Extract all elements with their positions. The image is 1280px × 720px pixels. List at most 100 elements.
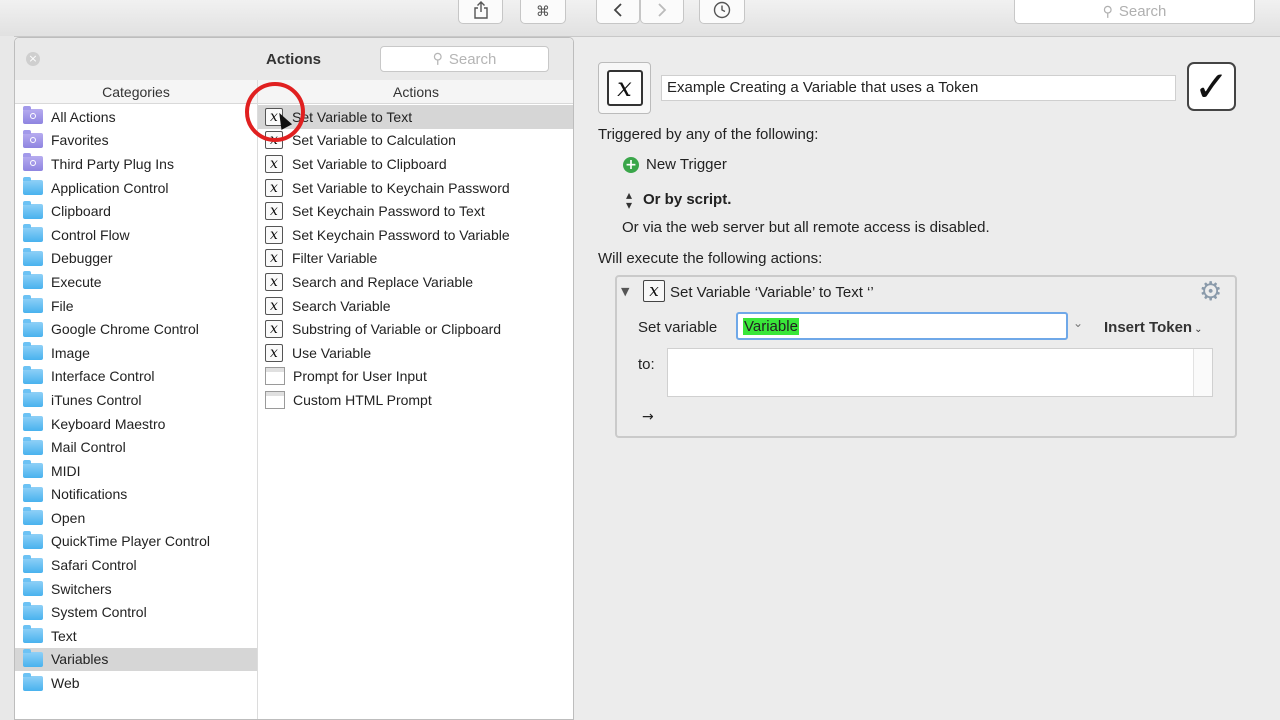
action-label: Set Keychain Password to Text xyxy=(292,203,485,220)
action-item[interactable]: 𝑥 Set Variable to Calculation xyxy=(258,129,573,153)
folder-icon xyxy=(23,318,43,337)
checkmark-icon[interactable]: ✓ xyxy=(1187,62,1236,111)
variable-icon: 𝑥 xyxy=(265,131,283,150)
category-item[interactable]: Clipboard xyxy=(15,199,257,223)
folder-icon xyxy=(23,342,43,361)
category-item[interactable]: Image xyxy=(15,341,257,365)
variable-name-selection: Variable xyxy=(743,317,799,335)
macro-icon-well[interactable]: 𝑥 xyxy=(598,62,651,114)
action-item[interactable]: 𝑥 Use Variable xyxy=(258,341,573,365)
folder-icon xyxy=(23,625,43,644)
category-item[interactable]: Variables xyxy=(15,647,257,672)
category-item[interactable]: Notifications xyxy=(15,483,257,507)
category-label: Execute xyxy=(51,273,102,290)
category-item[interactable]: Application Control xyxy=(15,176,257,200)
folder-icon xyxy=(23,271,43,290)
category-label: Clipboard xyxy=(51,203,111,220)
variable-name-field[interactable]: Variable xyxy=(736,312,1068,340)
folder-icon xyxy=(23,200,43,219)
back-button[interactable] xyxy=(596,0,640,24)
by-script-label[interactable]: Or by script. xyxy=(643,191,731,208)
category-item[interactable]: Mail Control xyxy=(15,435,257,459)
window-icon xyxy=(265,367,285,386)
category-item[interactable]: Switchers xyxy=(15,577,257,601)
gear-icon[interactable]: ⚙ xyxy=(1199,277,1222,307)
history-button[interactable] xyxy=(699,0,745,24)
folder-icon xyxy=(23,483,43,502)
action-item[interactable]: 𝑥 Set Variable to Keychain Password xyxy=(258,176,573,200)
category-item[interactable]: System Control xyxy=(15,600,257,624)
category-label: Third Party Plug Ins xyxy=(51,155,174,172)
category-item[interactable]: Open xyxy=(15,506,257,530)
category-item[interactable]: All Actions xyxy=(15,105,257,129)
forward-button[interactable] xyxy=(640,0,684,24)
chevron-down-icon: ⌄ xyxy=(1194,324,1203,335)
category-item[interactable]: Keyboard Maestro xyxy=(15,412,257,436)
disclosure-triangle-icon[interactable]: ▼ xyxy=(621,285,629,298)
to-field-scrollbar[interactable] xyxy=(1193,349,1212,396)
category-item[interactable]: Third Party Plug Ins xyxy=(15,152,257,176)
close-icon[interactable]: × xyxy=(26,52,40,66)
category-item[interactable]: Interface Control xyxy=(15,365,257,389)
smart-folder-icon xyxy=(23,153,43,172)
chevron-down-icon[interactable]: ⌄ xyxy=(1073,316,1083,330)
category-item[interactable]: Text xyxy=(15,624,257,648)
palette-title: Actions xyxy=(266,51,322,68)
category-item[interactable]: Web xyxy=(15,671,257,695)
arrow-right-icon[interactable]: → xyxy=(642,409,654,425)
category-label: Web xyxy=(51,675,80,692)
folder-icon xyxy=(23,413,43,432)
variable-icon: 𝑥 xyxy=(265,343,283,362)
action-item[interactable]: 𝑥 Search Variable xyxy=(258,294,573,318)
palette-title-bar: × Actions ⚲ Search xyxy=(15,38,573,80)
will-execute-label: Will execute the following actions: xyxy=(598,250,823,267)
share-button[interactable] xyxy=(458,0,503,24)
action-label: Prompt for User Input xyxy=(293,368,427,385)
action-item[interactable]: 𝑥 Set Keychain Password to Variable xyxy=(258,223,573,247)
action-label: Set Variable to Keychain Password xyxy=(292,179,510,196)
category-label: Mail Control xyxy=(51,439,126,456)
category-item[interactable]: MIDI xyxy=(15,459,257,483)
action-item[interactable]: Custom HTML Prompt xyxy=(258,388,573,412)
action-item[interactable]: Prompt for User Input xyxy=(258,365,573,389)
category-label: Favorites xyxy=(51,132,109,149)
variable-icon: 𝑥 xyxy=(265,154,283,173)
category-item[interactable]: QuickTime Player Control xyxy=(15,530,257,554)
action-item[interactable]: 𝑥 Set Variable to Clipboard xyxy=(258,152,573,176)
folder-icon xyxy=(23,389,43,408)
category-item[interactable]: Google Chrome Control xyxy=(15,317,257,341)
to-text-field[interactable] xyxy=(667,348,1213,397)
category-label: System Control xyxy=(51,604,147,621)
palette-search-field[interactable]: ⚲ Search xyxy=(380,46,549,72)
action-item[interactable]: 𝑥 Set Variable to Text xyxy=(258,105,573,129)
add-trigger-icon[interactable]: + xyxy=(623,157,639,173)
updown-chevron-icon[interactable]: ▴ ▾ xyxy=(626,189,632,211)
category-label: Safari Control xyxy=(51,557,137,574)
web-server-label: Or via the web server but all remote acc… xyxy=(622,219,990,236)
action-item[interactable]: 𝑥 Set Keychain Password to Text xyxy=(258,199,573,223)
action-label: Use Variable xyxy=(292,344,372,361)
category-label: File xyxy=(51,297,74,314)
macro-name-field[interactable]: Example Creating a Variable that uses a … xyxy=(661,75,1176,101)
action-item[interactable]: 𝑥 Substring of Variable or Clipboard xyxy=(258,317,573,341)
variable-icon: 𝑥 xyxy=(265,272,283,291)
insert-token-menu[interactable]: Insert Token ⌄ xyxy=(1104,319,1202,336)
category-item[interactable]: Execute xyxy=(15,270,257,294)
category-label: Switchers xyxy=(51,580,112,597)
command-button[interactable]: ⌘ xyxy=(520,0,566,24)
to-label: to: xyxy=(638,356,655,373)
category-item[interactable]: Control Flow xyxy=(15,223,257,247)
action-item[interactable]: 𝑥 Filter Variable xyxy=(258,247,573,271)
action-item[interactable]: 𝑥 Search and Replace Variable xyxy=(258,270,573,294)
folder-icon xyxy=(23,578,43,597)
category-item[interactable]: iTunes Control xyxy=(15,388,257,412)
category-item[interactable]: Safari Control xyxy=(15,553,257,577)
toolbar-search-field[interactable]: ⚲ Search xyxy=(1014,0,1255,24)
category-label: Open xyxy=(51,509,86,526)
new-trigger-button[interactable]: New Trigger xyxy=(646,156,727,173)
category-item[interactable]: Favorites xyxy=(15,129,257,153)
category-item[interactable]: Debugger xyxy=(15,247,257,271)
categories-column-header: Categories xyxy=(15,80,257,104)
category-item[interactable]: File xyxy=(15,294,257,318)
action-label: Set Variable to Calculation xyxy=(292,132,456,149)
